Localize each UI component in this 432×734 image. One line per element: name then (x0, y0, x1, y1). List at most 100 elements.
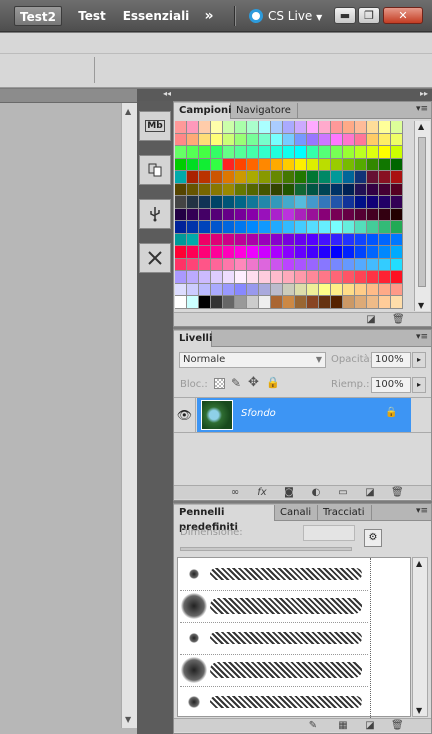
color-swatch[interactable] (187, 146, 199, 159)
color-swatch[interactable] (391, 196, 403, 209)
color-swatch[interactable] (307, 183, 319, 196)
color-swatch[interactable] (223, 171, 235, 184)
color-swatch[interactable] (367, 246, 379, 259)
brush-preset[interactable] (180, 590, 368, 623)
tab-canali[interactable]: Canali (275, 505, 318, 521)
color-swatch[interactable] (367, 133, 379, 146)
color-swatch[interactable] (199, 146, 211, 159)
color-swatch[interactable] (295, 271, 307, 284)
color-swatch[interactable] (319, 221, 331, 234)
blend-mode-select[interactable]: Normale ▼ (179, 352, 326, 368)
opacity-input[interactable]: 100% (371, 352, 411, 368)
color-swatch[interactable] (259, 171, 271, 184)
color-swatch[interactable] (271, 233, 283, 246)
fx-icon[interactable]: fx (256, 487, 268, 498)
color-swatch[interactable] (391, 158, 403, 171)
swatches-scrollbar[interactable]: ▲ ▼ (414, 121, 430, 311)
color-swatch[interactable] (331, 133, 343, 146)
color-swatch[interactable] (223, 246, 235, 259)
color-swatch[interactable] (355, 196, 367, 209)
dimension-slider[interactable] (180, 547, 352, 551)
color-swatch[interactable] (187, 208, 199, 221)
color-swatch[interactable] (211, 221, 223, 234)
color-swatch[interactable] (175, 283, 187, 296)
color-swatch[interactable] (259, 196, 271, 209)
color-swatch[interactable] (331, 221, 343, 234)
color-swatch[interactable] (187, 271, 199, 284)
tool-presets-button[interactable] (139, 243, 171, 273)
color-swatch[interactable] (379, 171, 391, 184)
scroll-up-icon[interactable]: ▲ (416, 559, 422, 568)
trash-icon[interactable]: 🗑 (391, 720, 404, 731)
color-swatch[interactable] (307, 246, 319, 259)
color-swatch[interactable] (175, 121, 187, 134)
color-swatch[interactable] (319, 171, 331, 184)
more-workspaces-button[interactable]: » (198, 6, 220, 26)
expand-right-icon[interactable]: ▸▸ (420, 89, 428, 98)
color-swatch[interactable] (331, 208, 343, 221)
workspace-tab-test[interactable]: Test (72, 6, 112, 26)
color-swatch[interactable] (223, 208, 235, 221)
color-swatch[interactable] (355, 296, 367, 309)
color-swatch[interactable] (379, 146, 391, 159)
color-swatch[interactable] (355, 183, 367, 196)
color-swatch[interactable] (391, 133, 403, 146)
color-swatch[interactable] (235, 221, 247, 234)
color-swatch[interactable] (391, 221, 403, 234)
workspace-tab-essenziali[interactable]: Essenziali (122, 6, 190, 26)
color-swatch[interactable] (271, 183, 283, 196)
color-swatch[interactable] (367, 221, 379, 234)
lock-paint-icon[interactable]: ✎ (231, 376, 241, 390)
color-swatch[interactable] (391, 183, 403, 196)
color-swatch[interactable] (283, 221, 295, 234)
color-swatch[interactable] (211, 271, 223, 284)
new-preset-icon[interactable]: ◪ (364, 720, 376, 731)
color-swatch[interactable] (343, 283, 355, 296)
color-swatch[interactable] (295, 158, 307, 171)
color-swatch[interactable] (391, 271, 403, 284)
color-swatch[interactable] (319, 271, 331, 284)
color-swatch[interactable] (259, 158, 271, 171)
color-swatch[interactable] (319, 296, 331, 309)
color-swatch[interactable] (331, 146, 343, 159)
history-button[interactable] (139, 155, 171, 185)
new-layer-icon[interactable]: ◪ (364, 487, 376, 498)
color-swatch[interactable] (235, 246, 247, 259)
color-swatch[interactable] (223, 196, 235, 209)
color-swatch[interactable] (271, 196, 283, 209)
color-swatch[interactable] (247, 196, 259, 209)
scroll-down-icon[interactable]: ▼ (418, 301, 424, 310)
color-swatch[interactable] (283, 246, 295, 259)
color-swatch[interactable] (259, 133, 271, 146)
color-swatch[interactable] (283, 283, 295, 296)
color-swatch[interactable] (295, 246, 307, 259)
color-swatch[interactable] (199, 133, 211, 146)
color-swatch[interactable] (319, 158, 331, 171)
color-swatch[interactable] (223, 296, 235, 309)
color-swatch[interactable] (235, 121, 247, 134)
color-swatch[interactable] (223, 183, 235, 196)
color-swatch[interactable] (319, 196, 331, 209)
color-swatch[interactable] (355, 246, 367, 259)
color-swatch[interactable] (223, 271, 235, 284)
color-swatch[interactable] (187, 258, 199, 271)
color-swatch[interactable] (343, 246, 355, 259)
color-swatch[interactable] (379, 233, 391, 246)
panel-menu-icon[interactable]: ▾≡ (416, 104, 428, 114)
color-swatch[interactable] (295, 296, 307, 309)
color-swatch[interactable] (199, 258, 211, 271)
color-swatch[interactable] (271, 246, 283, 259)
folder-icon[interactable]: ▭ (337, 487, 349, 498)
color-swatch[interactable] (199, 233, 211, 246)
tab-navigatore[interactable]: Navigatore (231, 103, 298, 119)
tab-pennelli-predefiniti[interactable]: Pennelli predefiniti (174, 505, 275, 533)
color-swatch[interactable] (355, 221, 367, 234)
color-swatch[interactable] (379, 133, 391, 146)
close-button[interactable]: ✕ (383, 7, 423, 24)
color-swatch[interactable] (175, 221, 187, 234)
color-swatch[interactable] (247, 208, 259, 221)
color-swatch[interactable] (199, 271, 211, 284)
color-swatch[interactable] (235, 283, 247, 296)
color-swatch[interactable] (331, 296, 343, 309)
color-swatch[interactable] (367, 258, 379, 271)
